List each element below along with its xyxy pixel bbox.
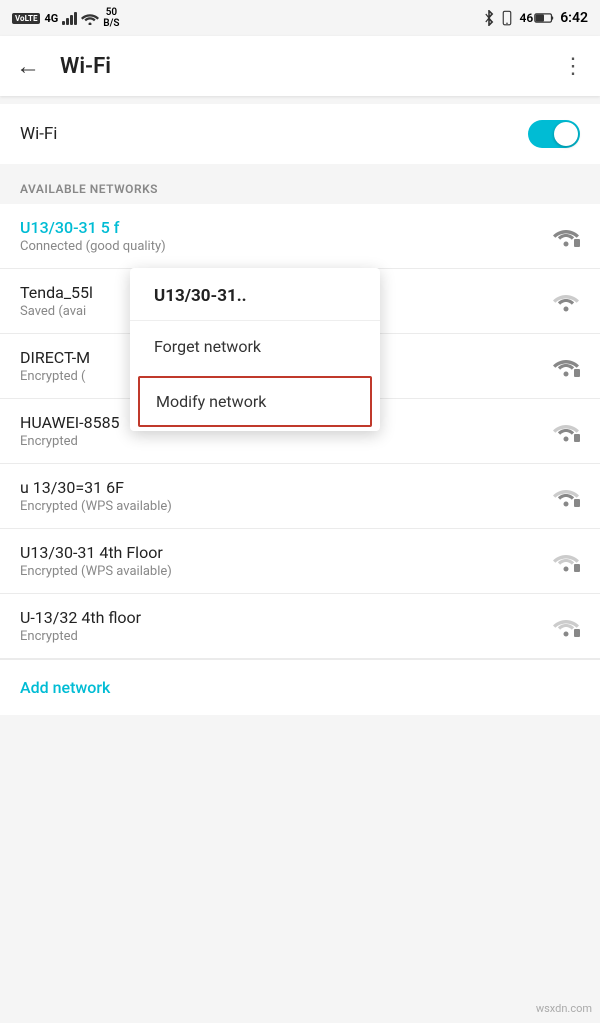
wifi-icon bbox=[552, 290, 580, 312]
network-status: Encrypted bbox=[20, 434, 542, 449]
page-title: Wi-Fi bbox=[60, 54, 562, 79]
network-status: Encrypted (WPS available) bbox=[20, 499, 542, 514]
status-bar: VoLTE 4G 50 B/S 46 bbox=[0, 0, 600, 36]
wifi-icon bbox=[552, 355, 580, 377]
wifi-signal bbox=[552, 290, 580, 312]
network-item[interactable]: U13/30-31 5 f Connected (good quality) bbox=[0, 204, 600, 269]
wifi-icon bbox=[552, 225, 580, 247]
context-menu-title: U13/30-31.. bbox=[130, 268, 380, 321]
modify-network-button[interactable]: Modify network bbox=[138, 376, 372, 427]
network-item[interactable]: U-13/32 4th floor Encrypted bbox=[0, 594, 600, 659]
network-name: u 13/30=31 6F bbox=[20, 478, 542, 497]
toggle-knob bbox=[554, 122, 578, 146]
watermark: wsxdn.com bbox=[536, 1002, 592, 1015]
wifi-toggle-label: Wi-Fi bbox=[20, 124, 57, 144]
bar3 bbox=[70, 15, 73, 25]
bar2 bbox=[66, 18, 69, 25]
battery-percent: 46 bbox=[519, 11, 533, 25]
bar1 bbox=[62, 21, 65, 25]
more-options-button[interactable]: ⋮ bbox=[562, 54, 584, 79]
network-name: U13/30-31 4th Floor bbox=[20, 543, 542, 562]
signal-bars bbox=[62, 11, 77, 25]
status-right: 46 6:42 bbox=[483, 10, 588, 26]
network-status: Connected (good quality) bbox=[20, 239, 542, 254]
wifi-signal bbox=[552, 550, 580, 572]
bluetooth-icon bbox=[483, 10, 495, 26]
back-button[interactable]: ← bbox=[16, 52, 40, 81]
phone-icon bbox=[501, 10, 513, 26]
wifi-status-icon bbox=[81, 11, 99, 25]
forget-network-button[interactable]: Forget network bbox=[130, 321, 380, 372]
available-networks-header: AVAILABLE NETWORKS bbox=[0, 164, 600, 204]
wifi-icon bbox=[552, 550, 580, 572]
bar4 bbox=[74, 12, 77, 25]
battery-icon: 46 bbox=[519, 11, 554, 25]
app-bar: ← Wi-Fi ⋮ bbox=[0, 36, 600, 96]
network-name: U13/30-31 5 f bbox=[20, 218, 542, 237]
wifi-signal bbox=[552, 420, 580, 442]
add-network-row[interactable]: Add network bbox=[0, 659, 600, 715]
status-left: VoLTE 4G 50 B/S bbox=[12, 7, 120, 29]
time: 6:42 bbox=[560, 10, 588, 26]
network-status: Encrypted bbox=[20, 629, 542, 644]
wifi-signal bbox=[552, 355, 580, 377]
network-item[interactable]: U13/30-31 4th Floor Encrypted (WPS avail… bbox=[0, 529, 600, 594]
wifi-icon bbox=[552, 485, 580, 507]
wifi-signal bbox=[552, 615, 580, 637]
wifi-icon bbox=[552, 615, 580, 637]
wifi-signal bbox=[552, 225, 580, 247]
network-name: U-13/32 4th floor bbox=[20, 608, 542, 627]
network-info: U13/30-31 4th Floor Encrypted (WPS avail… bbox=[20, 543, 542, 579]
battery-body bbox=[534, 12, 554, 24]
network-item[interactable]: u 13/30=31 6F Encrypted (WPS available) bbox=[0, 464, 600, 529]
network-info: U-13/32 4th floor Encrypted bbox=[20, 608, 542, 644]
wifi-icon bbox=[552, 420, 580, 442]
add-network-label[interactable]: Add network bbox=[20, 678, 110, 697]
wifi-signal bbox=[552, 485, 580, 507]
network-info: U13/30-31 5 f Connected (good quality) bbox=[20, 218, 542, 254]
wifi-toggle[interactable] bbox=[528, 120, 580, 148]
volte-badge: VoLTE bbox=[12, 13, 40, 24]
signal-4g: 4G bbox=[44, 12, 58, 25]
network-info: u 13/30=31 6F Encrypted (WPS available) bbox=[20, 478, 542, 514]
data-speed: 50 B/S bbox=[103, 7, 119, 29]
wifi-toggle-row: Wi-Fi bbox=[0, 104, 600, 164]
network-status: Encrypted (WPS available) bbox=[20, 564, 542, 579]
context-menu: U13/30-31.. Forget network Modify networ… bbox=[130, 268, 380, 431]
